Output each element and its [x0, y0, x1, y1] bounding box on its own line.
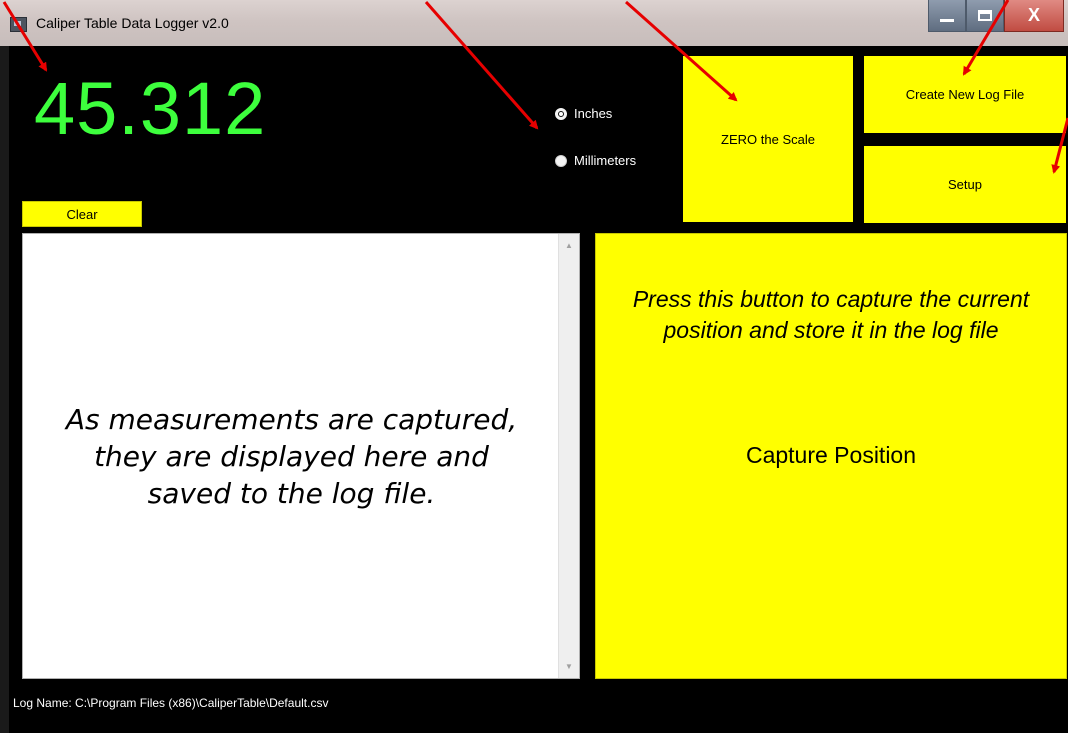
radio-millimeters-indicator[interactable] — [555, 154, 567, 167]
maximize-button[interactable] — [966, 0, 1004, 32]
app-window: Caliper Table Data Logger v2.0 X 45.312 … — [0, 0, 1068, 733]
close-icon: X — [1027, 5, 1040, 25]
create-log-file-button[interactable]: Create New Log File — [864, 56, 1066, 133]
window-left-edge — [0, 46, 9, 733]
scroll-down-icon[interactable]: ▼ — [559, 658, 579, 675]
close-button[interactable]: X — [1004, 0, 1064, 32]
maximize-icon — [978, 10, 992, 21]
minimize-icon — [940, 19, 954, 22]
capture-hint: Press this button to capture the current… — [632, 286, 1030, 343]
radio-inches-indicator[interactable] — [555, 107, 567, 120]
position-reading: 45.312 — [34, 67, 267, 150]
app-icon[interactable] — [10, 17, 27, 32]
radio-millimeters[interactable]: Millimeters — [555, 153, 636, 168]
zero-scale-button[interactable]: ZERO the Scale — [683, 56, 853, 222]
radio-inches-label: Inches — [574, 106, 613, 121]
title-bar[interactable]: Caliper Table Data Logger v2.0 X — [0, 0, 1068, 46]
window-title: Caliper Table Data Logger v2.0 — [36, 15, 229, 31]
capture-position-button[interactable]: Press this button to capture the current… — [595, 233, 1067, 679]
minimize-button[interactable] — [928, 0, 966, 32]
scroll-up-icon[interactable]: ▲ — [559, 237, 579, 254]
radio-inches[interactable]: Inches — [555, 106, 612, 121]
setup-button[interactable]: Setup — [864, 146, 1066, 223]
log-scrollbar[interactable]: ▲ ▼ — [558, 234, 579, 678]
measurement-log[interactable]: As measurements are captured, they are d… — [22, 233, 580, 679]
log-name-status: Log Name: C:\Program Files (x86)\Caliper… — [13, 696, 329, 710]
capture-label: Capture Position — [745, 442, 917, 468]
radio-millimeters-label: Millimeters — [574, 153, 637, 168]
log-placeholder: As measurements are captured, they are d… — [65, 402, 518, 510]
clear-button[interactable]: Clear — [22, 201, 142, 227]
window-controls: X — [928, 0, 1064, 32]
